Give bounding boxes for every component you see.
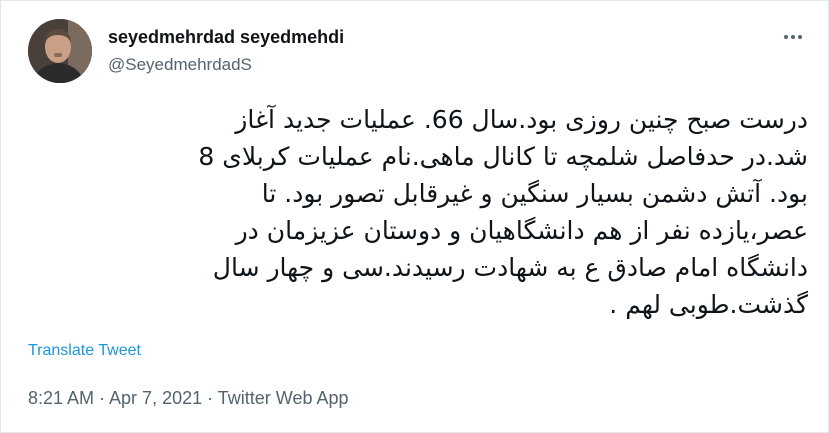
avatar-portrait-icon — [28, 19, 92, 83]
tweet-text-line: بود. آتش دشمن بسیار سنگین و غیرقابل تصور… — [261, 179, 808, 208]
translate-tweet-link[interactable]: Translate Tweet — [28, 342, 141, 360]
author-handle[interactable]: @SeyedmehrdadS — [108, 55, 252, 75]
tweet-timestamp[interactable]: 8:21 AM · Apr 7, 2021 · Twitter Web App — [28, 388, 349, 409]
author-name[interactable]: seyedmehrdad seyedmehdi — [108, 27, 344, 48]
tweet-text-line: دانشگاه امام صادق ع به شهادت رسیدند.سی و… — [212, 253, 808, 282]
more-options-icon[interactable] — [779, 25, 807, 49]
tweet-text-line: درست صبح چنین روزی بود.سال 66. عملیات جد… — [235, 105, 808, 134]
tweet-text-line: عصر،یازده نفر از هم دانشگاهیان و دوستان … — [235, 216, 808, 245]
dot-icon — [784, 35, 788, 39]
dot-icon — [791, 35, 795, 39]
dot-icon — [798, 35, 802, 39]
tweet-text-line: گذشت.طوبی لهم . — [609, 290, 808, 319]
avatar[interactable] — [28, 19, 92, 83]
tweet-card: seyedmehrdad seyedmehdi @SeyedmehrdadS د… — [0, 0, 829, 433]
tweet-text: درست صبح چنین روزی بود.سال 66. عملیات جد… — [26, 101, 808, 323]
tweet-text-line: شد.در حدفاصل شلمچه تا کانال ماهی.نام عمل… — [198, 142, 808, 171]
